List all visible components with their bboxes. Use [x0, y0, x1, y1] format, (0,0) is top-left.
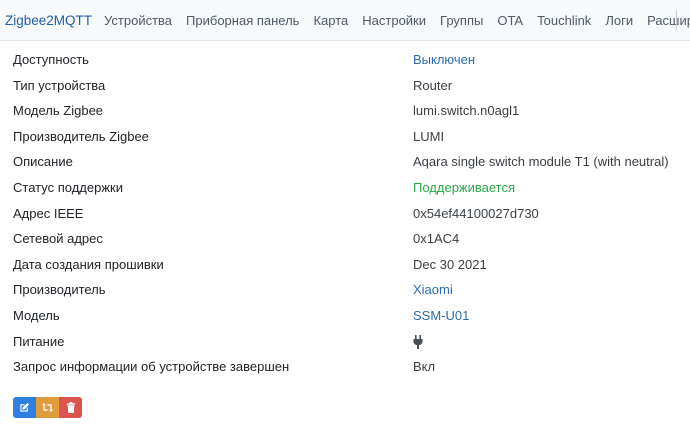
swap-icon: [42, 402, 53, 413]
row-power: Питание: [0, 330, 690, 356]
nav-dashboard[interactable]: Приборная панель: [180, 13, 299, 28]
nav-logs[interactable]: Логи: [599, 13, 633, 28]
nav-ota[interactable]: OTA: [491, 13, 523, 28]
nav-map[interactable]: Карта: [307, 13, 348, 28]
row-label: Доступность: [13, 52, 89, 67]
row-network-address: Сетевой адрес 0x1AC4: [0, 227, 690, 253]
device-actions: [13, 397, 82, 418]
nav-settings[interactable]: Настройки: [356, 13, 426, 28]
device-info-table: Доступность Выключен Тип устройства Rout…: [0, 48, 690, 381]
row-label: Модель Zigbee: [13, 103, 104, 119]
nav-extensions[interactable]: Расширения: [641, 13, 690, 28]
row-value: 0x1AC4: [413, 231, 460, 247]
row-label: Статус поддержки: [13, 179, 123, 195]
row-label: Описание: [13, 154, 73, 170]
row-label: Тип устройства: [13, 77, 106, 93]
rename-button[interactable]: [36, 397, 59, 418]
row-value: Вкл: [413, 359, 436, 375]
row-label: Сетевой адрес: [13, 231, 103, 247]
row-manufacturer: Производитель Xiaomi: [0, 278, 690, 304]
row-value: Aqara single switch module T1 (with neut…: [413, 154, 669, 170]
row-firmware-date: Дата создания прошивки Dec 30 2021: [0, 253, 690, 279]
delete-button[interactable]: [59, 397, 82, 418]
edit-icon: [20, 402, 30, 412]
edit-button[interactable]: [13, 397, 36, 418]
row-label: Адрес IEEE: [13, 205, 84, 221]
row-zigbee-manufacturer: Производитель Zigbee LUMI: [0, 125, 690, 151]
brand-link[interactable]: Zigbee2MQTT: [5, 13, 92, 28]
nav-devices[interactable]: Устройства: [98, 13, 172, 28]
row-value: Dec 30 2021: [413, 256, 487, 272]
row-value: 0x54ef44100027d730: [413, 205, 539, 221]
row-device-type: Тип устройства Router: [0, 74, 690, 100]
row-description: Описание Aqara single switch module T1 (…: [0, 150, 690, 176]
plug-icon: [413, 334, 423, 352]
nav-groups[interactable]: Группы: [434, 13, 483, 28]
row-label: Питание: [13, 333, 65, 349]
row-support-status: Статус поддержки Поддерживается: [0, 176, 690, 202]
row-label: Запрос информации об устройстве завершен: [13, 359, 290, 375]
support-status-link[interactable]: Поддерживается: [413, 180, 515, 195]
row-value: Router: [413, 77, 453, 93]
row-label: Производитель: [13, 282, 106, 298]
navbar-divider: [676, 10, 677, 30]
row-value: lumi.switch.n0agl1: [413, 103, 520, 119]
nav-touchlink[interactable]: Touchlink: [531, 13, 591, 28]
row-interview-completed: Запрос информации об устройстве завершен…: [0, 355, 690, 381]
row-availability: Доступность Выключен: [0, 48, 690, 74]
row-model: Модель SSM-U01: [0, 304, 690, 330]
row-ieee-address: Адрес IEEE 0x54ef44100027d730: [0, 202, 690, 228]
manufacturer-link[interactable]: Xiaomi: [413, 282, 453, 297]
row-value: LUMI: [413, 128, 445, 144]
row-label: Производитель Zigbee: [13, 128, 149, 144]
row-zigbee-model: Модель Zigbee lumi.switch.n0agl1: [0, 99, 690, 125]
row-label: Дата создания прошивки: [13, 256, 164, 272]
availability-link[interactable]: Выключен: [413, 52, 475, 67]
navbar: Zigbee2MQTT Устройства Приборная панель …: [0, 0, 690, 41]
trash-icon: [66, 402, 75, 413]
row-label: Модель: [13, 307, 60, 323]
model-link[interactable]: SSM-U01: [413, 308, 469, 323]
